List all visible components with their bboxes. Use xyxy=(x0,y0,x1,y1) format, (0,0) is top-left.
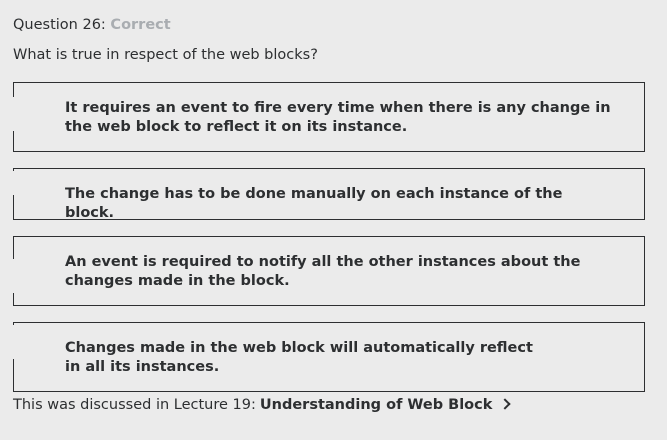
answer-option-text: The change has to be done manually on ea… xyxy=(65,186,563,221)
answer-marker-gap xyxy=(13,97,16,131)
answer-option-text: Changes made in the web block will autom… xyxy=(65,340,533,375)
question-prompt: What is true in respect of the web block… xyxy=(13,47,318,63)
lecture-reference: This was discussed in Lecture 19: Unders… xyxy=(13,396,512,414)
lecture-link[interactable]: Understanding of Web Block xyxy=(260,396,493,414)
answer-option-3[interactable]: An event is required to notify all the o… xyxy=(13,236,645,306)
answer-marker-gap xyxy=(13,171,16,195)
lecture-reference-prefix: This was discussed in Lecture 19: xyxy=(13,397,256,413)
answer-marker-gap xyxy=(13,259,16,293)
answer-option-2[interactable]: The change has to be done manually on ea… xyxy=(13,168,645,221)
question-status-badge: Correct xyxy=(110,17,171,33)
answer-option-1[interactable]: It requires an event to fire every time … xyxy=(13,82,645,152)
answer-option-text: An event is required to notify all the o… xyxy=(65,254,581,289)
chevron-right-icon[interactable] xyxy=(499,398,512,410)
answer-option-text: It requires an event to fire every time … xyxy=(65,100,611,135)
answer-marker-gap xyxy=(13,325,16,359)
answer-option-4[interactable]: Changes made in the web block will autom… xyxy=(13,322,645,392)
question-header: Question 26: Correct xyxy=(13,16,171,34)
question-number: Question 26: xyxy=(13,17,106,33)
